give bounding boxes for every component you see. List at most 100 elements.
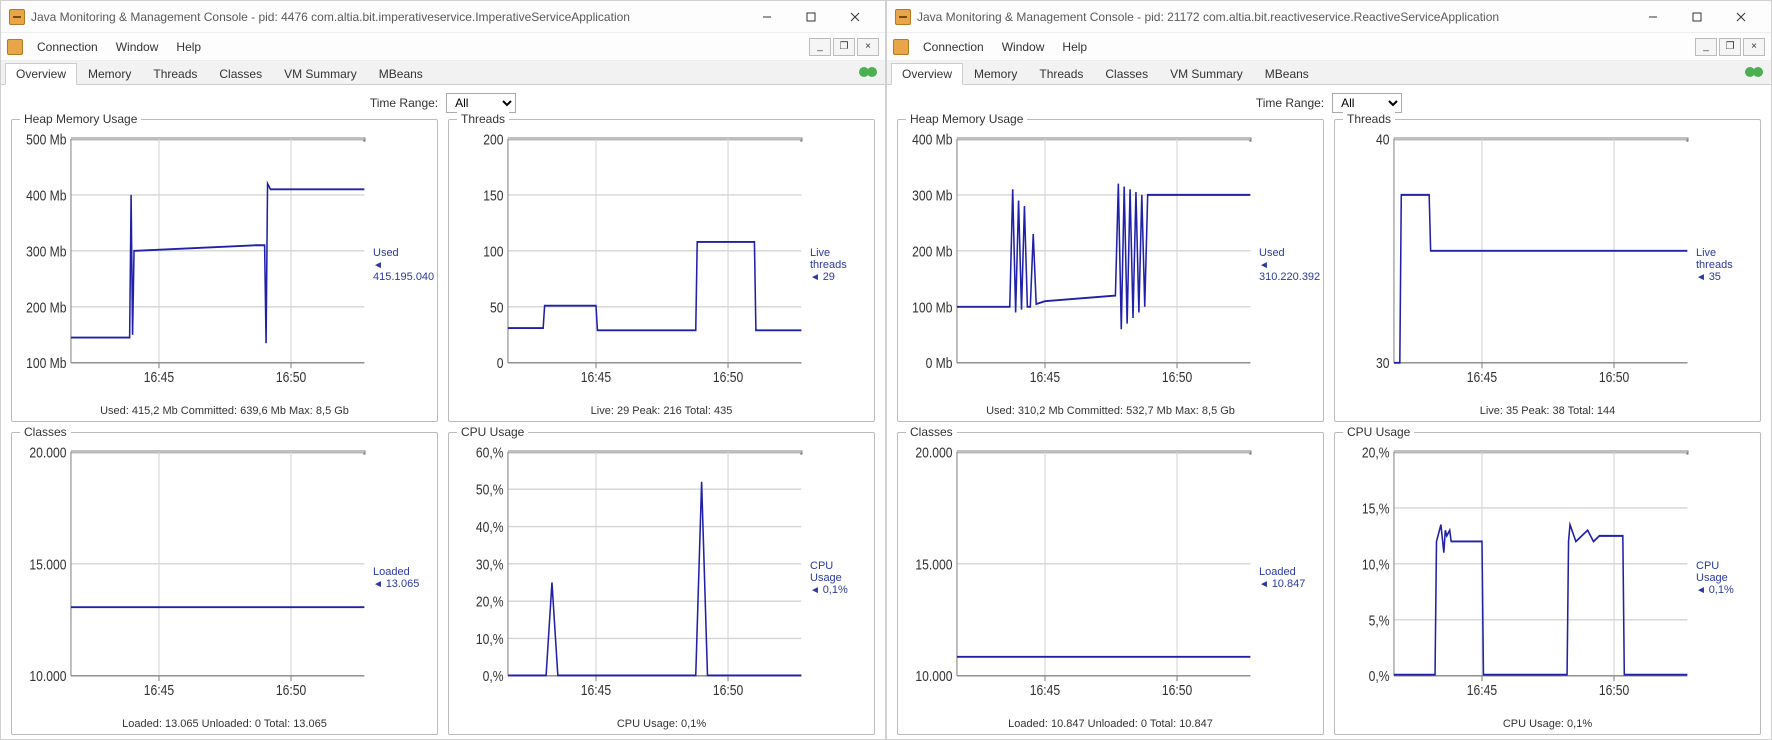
svg-text:200 Mb: 200 Mb: [26, 299, 67, 315]
menu-window[interactable]: Window: [994, 38, 1053, 56]
menu-help[interactable]: Help: [1054, 38, 1095, 56]
svg-text:10.000: 10.000: [29, 668, 66, 684]
close-button[interactable]: [1719, 3, 1763, 31]
svg-text:200: 200: [483, 131, 504, 147]
time-range-select[interactable]: All: [446, 93, 516, 113]
chart-heap[interactable]: 0 Mb100 Mb200 Mb300 Mb400 Mb16:4516:50: [904, 128, 1257, 401]
tab-classes[interactable]: Classes: [1094, 63, 1159, 84]
maximize-button[interactable]: [1675, 3, 1719, 31]
chart-classes[interactable]: 10.00015.00020.00016:4516:50: [904, 441, 1257, 714]
svg-text:100 Mb: 100 Mb: [26, 355, 67, 371]
tab-memory[interactable]: Memory: [77, 63, 142, 84]
svg-text:300 Mb: 300 Mb: [912, 187, 953, 203]
svg-text:16:50: 16:50: [1599, 682, 1630, 698]
svg-text:10.000: 10.000: [915, 668, 952, 684]
svg-text:400 Mb: 400 Mb: [26, 187, 67, 203]
panel-title: Classes: [906, 425, 957, 439]
svg-text:0,%: 0,%: [1369, 668, 1390, 684]
java-icon: [893, 39, 909, 55]
svg-text:30: 30: [1376, 355, 1390, 371]
panel-threads: Threads304016:4516:50Live threads◄ 35Liv…: [1334, 119, 1761, 422]
titlebar: Java Monitoring & Management Console - p…: [1, 1, 885, 33]
panel-title: Threads: [1343, 112, 1395, 126]
svg-text:15,%: 15,%: [1362, 500, 1390, 516]
panel-cpu: CPU Usage0,%10,%20,%30,%40,%50,%60,%16:4…: [448, 432, 875, 735]
svg-text:100: 100: [483, 243, 504, 259]
tab-classes[interactable]: Classes: [208, 63, 273, 84]
tab-threads[interactable]: Threads: [1028, 63, 1094, 84]
svg-text:100 Mb: 100 Mb: [912, 299, 953, 315]
tabbar: OverviewMemoryThreadsClassesVM SummaryMB…: [887, 61, 1771, 85]
panel-title: Threads: [457, 112, 509, 126]
svg-text:15.000: 15.000: [915, 556, 952, 572]
chart-value-label: Used◄ 415.195.040: [371, 128, 431, 401]
connection-status-icon: [1743, 63, 1765, 81]
tab-vm-summary[interactable]: VM Summary: [1159, 63, 1254, 84]
tabbar: OverviewMemoryThreadsClassesVM SummaryMB…: [1, 61, 885, 85]
time-range-select[interactable]: All: [1332, 93, 1402, 113]
svg-text:30,%: 30,%: [476, 556, 504, 572]
connection-status-icon: [857, 63, 879, 81]
svg-text:16:45: 16:45: [1467, 682, 1498, 698]
menu-window[interactable]: Window: [108, 38, 167, 56]
svg-text:16:50: 16:50: [276, 682, 307, 698]
tab-vm-summary[interactable]: VM Summary: [273, 63, 368, 84]
svg-text:16:50: 16:50: [1162, 369, 1193, 385]
mdi-maximize-button[interactable]: ❐: [1719, 38, 1741, 56]
maximize-button[interactable]: [789, 3, 833, 31]
svg-text:20.000: 20.000: [29, 444, 66, 460]
tab-overview[interactable]: Overview: [891, 63, 963, 85]
svg-text:10,%: 10,%: [1362, 556, 1390, 572]
java-icon: [9, 9, 25, 25]
svg-text:16:50: 16:50: [276, 369, 307, 385]
java-icon: [895, 9, 911, 25]
chart-classes[interactable]: 10.00015.00020.00016:4516:50: [18, 441, 371, 714]
svg-text:0,%: 0,%: [483, 668, 504, 684]
mdi-close-button[interactable]: ×: [857, 38, 879, 56]
svg-text:60,%: 60,%: [476, 444, 504, 460]
svg-text:0 Mb: 0 Mb: [926, 355, 953, 371]
menu-connection[interactable]: Connection: [29, 38, 106, 56]
svg-text:200 Mb: 200 Mb: [912, 243, 953, 259]
svg-text:16:45: 16:45: [144, 682, 175, 698]
menu-connection[interactable]: Connection: [915, 38, 992, 56]
svg-text:50,%: 50,%: [476, 481, 504, 497]
svg-text:16:45: 16:45: [1030, 682, 1061, 698]
panel-summary: Used: 415,2 Mb Committed: 639,6 Mb Max: …: [18, 401, 431, 417]
mdi-minimize-button[interactable]: _: [1695, 38, 1717, 56]
menu-help[interactable]: Help: [168, 38, 209, 56]
svg-text:16:50: 16:50: [713, 682, 744, 698]
panel-title: Heap Memory Usage: [20, 112, 141, 126]
svg-text:20,%: 20,%: [1362, 444, 1390, 460]
chart-heap[interactable]: 100 Mb200 Mb300 Mb400 Mb500 Mb16:4516:50: [18, 128, 371, 401]
time-range-row: Time Range:All: [11, 93, 875, 113]
chart-threads[interactable]: 304016:4516:50: [1341, 128, 1694, 401]
panel-summary: Live: 29 Peak: 216 Total: 435: [455, 401, 868, 417]
mdi-maximize-button[interactable]: ❐: [833, 38, 855, 56]
mdi-minimize-button[interactable]: _: [809, 38, 831, 56]
jconsole-window: Java Monitoring & Management Console - p…: [886, 0, 1772, 740]
tab-mbeans[interactable]: MBeans: [1254, 63, 1320, 84]
titlebar: Java Monitoring & Management Console - p…: [887, 1, 1771, 33]
chart-cpu[interactable]: 0,%5,%10,%15,%20,%16:4516:50: [1341, 441, 1694, 714]
svg-text:40: 40: [1376, 131, 1390, 147]
mdi-close-button[interactable]: ×: [1743, 38, 1765, 56]
tab-memory[interactable]: Memory: [963, 63, 1028, 84]
chart-cpu[interactable]: 0,%10,%20,%30,%40,%50,%60,%16:4516:50: [455, 441, 808, 714]
close-button[interactable]: [833, 3, 877, 31]
svg-text:0: 0: [497, 355, 504, 371]
tab-mbeans[interactable]: MBeans: [368, 63, 434, 84]
overview-content: Time Range:AllHeap Memory Usage0 Mb100 M…: [887, 85, 1771, 739]
minimize-button[interactable]: [1631, 3, 1675, 31]
chart-threads[interactable]: 05010015020016:4516:50: [455, 128, 808, 401]
tab-threads[interactable]: Threads: [142, 63, 208, 84]
panel-cpu: CPU Usage0,%5,%10,%15,%20,%16:4516:50CPU…: [1334, 432, 1761, 735]
svg-text:40,%: 40,%: [476, 519, 504, 535]
tab-overview[interactable]: Overview: [5, 63, 77, 85]
panel-summary: CPU Usage: 0,1%: [455, 714, 868, 730]
svg-text:16:50: 16:50: [1599, 369, 1630, 385]
svg-text:150: 150: [483, 187, 504, 203]
chart-value-label: Live threads◄ 35: [1694, 128, 1754, 401]
chart-value-label: Loaded◄ 13.065: [371, 441, 431, 714]
minimize-button[interactable]: [745, 3, 789, 31]
